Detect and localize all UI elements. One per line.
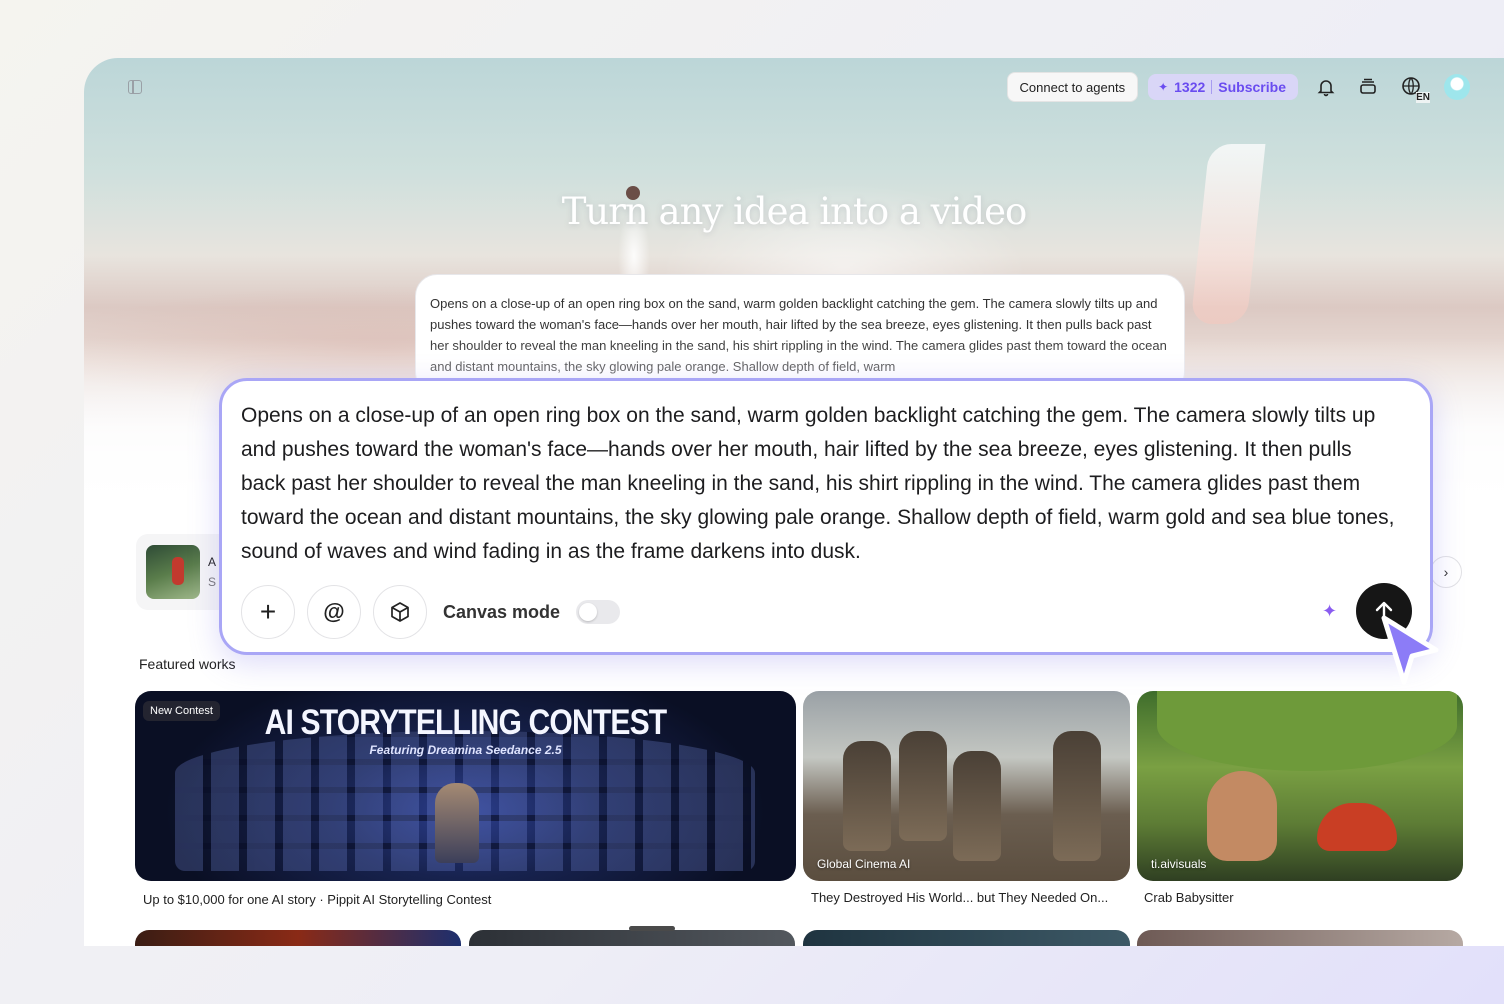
divider — [1211, 80, 1213, 94]
featured-card-row2[interactable] — [469, 930, 795, 946]
contest-figure — [435, 783, 479, 863]
featured-card-row2[interactable] — [135, 930, 461, 946]
card-art — [1317, 803, 1397, 851]
language-globe-icon[interactable]: EN — [1396, 73, 1430, 103]
card-stack-icon[interactable] — [1354, 73, 1382, 101]
prompt-input[interactable]: Opens on a close-up of an open ring box … — [241, 399, 1401, 569]
card-caption-3[interactable]: Crab Babysitter — [1144, 890, 1234, 905]
template-thumbnail — [146, 545, 200, 599]
card-art — [899, 731, 947, 841]
card-art — [1207, 771, 1277, 861]
featured-card-row2[interactable] — [1137, 930, 1463, 946]
card-art — [1053, 731, 1101, 861]
sparkle-icon: ✦ — [1158, 80, 1169, 94]
featured-works-title: Featured works — [139, 656, 236, 672]
featured-card-2[interactable]: Global Cinema AI — [803, 691, 1130, 881]
subscribe-link[interactable]: Subscribe — [1218, 79, 1286, 95]
language-code: EN — [1416, 92, 1430, 103]
template-title: A — [208, 555, 217, 569]
connect-to-agents-button[interactable]: Connect to agents — [1006, 72, 1139, 102]
mouse-cursor-icon — [1381, 615, 1439, 685]
template-text: A S — [208, 552, 216, 592]
contest-title: AI STORYTELLING CONTEST — [264, 703, 668, 742]
add-button[interactable]: + — [241, 585, 295, 639]
card-caption-contest[interactable]: Up to $10,000 for one AI story · Pippit … — [143, 892, 491, 907]
card-author: ti.aivisuals — [1151, 857, 1207, 871]
hero-title: Turn any idea into a video — [561, 190, 1028, 233]
mention-button[interactable]: @ — [307, 585, 361, 639]
card-art — [953, 751, 1001, 861]
new-contest-badge: New Contest — [143, 701, 220, 721]
scroll-handle[interactable] — [629, 926, 675, 931]
top-bar: Connect to agents ✦ 1322 Subscribe EN — [1006, 72, 1470, 103]
card-art — [1157, 691, 1457, 771]
user-avatar[interactable] — [1444, 74, 1470, 100]
contest-subtitle: Featuring Dreamina Seedance 2.5 — [369, 743, 562, 757]
card-caption-2[interactable]: They Destroyed His World... but They Nee… — [811, 890, 1108, 905]
featured-card-row2[interactable] — [803, 930, 1130, 946]
sidebar-toggle-icon[interactable] — [128, 80, 142, 94]
canvas-mode-toggle[interactable] — [576, 600, 621, 624]
cube-icon — [391, 602, 409, 622]
hero-glow-shape — [1190, 144, 1266, 324]
chevron-right-icon[interactable]: › — [1430, 556, 1462, 588]
model-button[interactable] — [373, 585, 427, 639]
at-icon: @ — [323, 599, 345, 624]
card-art — [843, 741, 891, 851]
featured-card-contest[interactable]: AI STORYTELLING CONTEST Featuring Dreami… — [135, 691, 796, 881]
composer-toolbar: + @ Canvas mode — [241, 585, 621, 639]
canvas-mode-label: Canvas mode — [443, 601, 561, 622]
prompt-composer[interactable]: Opens on a close-up of an open ring box … — [219, 378, 1433, 655]
sparkle-icon[interactable]: ✦ — [1322, 601, 1337, 622]
credits-subscribe-pill[interactable]: ✦ 1322 Subscribe — [1148, 74, 1298, 100]
featured-card-3[interactable]: ti.aivisuals — [1137, 691, 1463, 881]
card-author: Global Cinema AI — [817, 857, 911, 871]
bell-icon[interactable] — [1312, 73, 1340, 101]
plus-icon: + — [259, 596, 277, 627]
credits-count: 1322 — [1174, 79, 1206, 95]
template-subtitle: S — [208, 575, 217, 589]
